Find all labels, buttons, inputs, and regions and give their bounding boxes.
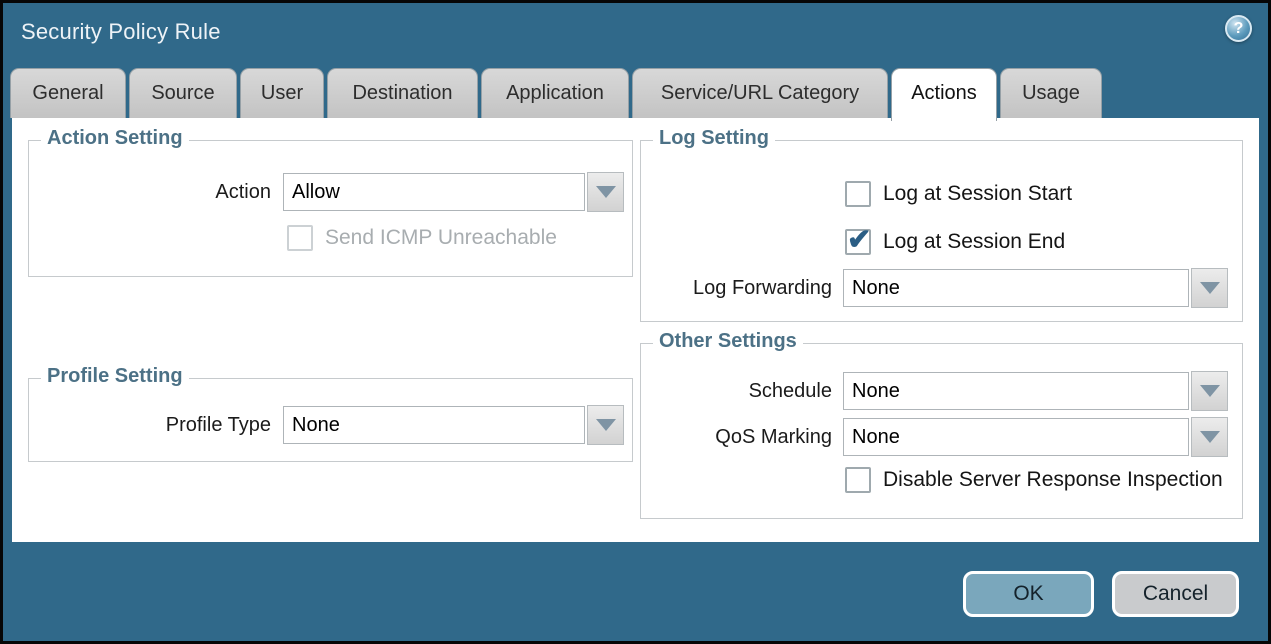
tab-usage[interactable]: Usage	[1000, 68, 1102, 118]
disable-server-response-inspection-checkbox[interactable]	[845, 467, 871, 493]
disable-server-response-inspection-label: Disable Server Response Inspection	[883, 468, 1223, 492]
cancel-button[interactable]: Cancel	[1112, 571, 1239, 617]
chevron-down-icon	[1200, 282, 1220, 294]
check-icon: ✔	[847, 222, 871, 257]
tab-source[interactable]: Source	[129, 68, 237, 118]
tab-user[interactable]: User	[240, 68, 324, 118]
profile-type-dropdown-button[interactable]	[587, 405, 624, 445]
log-forwarding-dropdown-button[interactable]	[1191, 268, 1228, 308]
log-at-session-end-checkbox[interactable]: ✔	[845, 229, 871, 255]
group-other-settings-legend: Other Settings	[653, 330, 803, 353]
log-at-session-end-label: Log at Session End	[883, 230, 1065, 254]
chevron-down-icon	[1200, 431, 1220, 443]
chevron-down-icon	[1200, 385, 1220, 397]
qos-marking-label: QoS Marking	[640, 426, 832, 449]
profile-type-label: Profile Type	[12, 414, 271, 437]
send-icmp-unreachable-checkbox	[287, 225, 313, 251]
schedule-label: Schedule	[640, 380, 832, 403]
action-dropdown-button[interactable]	[587, 172, 624, 212]
group-profile-setting-legend: Profile Setting	[41, 365, 189, 388]
send-icmp-unreachable-label: Send ICMP Unreachable	[325, 226, 557, 250]
log-forwarding-combobox[interactable]	[843, 269, 1189, 307]
log-at-session-start-label: Log at Session Start	[883, 182, 1072, 206]
schedule-dropdown-button[interactable]	[1191, 371, 1228, 411]
log-forwarding-label: Log Forwarding	[640, 277, 832, 300]
tab-actions[interactable]: Actions	[891, 68, 997, 121]
group-log-setting-legend: Log Setting	[653, 127, 775, 150]
qos-marking-combobox[interactable]	[843, 418, 1189, 456]
log-at-session-start-checkbox[interactable]	[845, 181, 871, 207]
help-icon[interactable]: ?	[1225, 15, 1252, 42]
chevron-down-icon	[596, 186, 616, 198]
ok-button[interactable]: OK	[963, 571, 1094, 617]
qos-marking-dropdown-button[interactable]	[1191, 417, 1228, 457]
tab-general[interactable]: General	[10, 68, 126, 118]
tab-application[interactable]: Application	[481, 68, 629, 118]
dialog-title: Security Policy Rule	[21, 19, 221, 45]
tab-destination[interactable]: Destination	[327, 68, 478, 118]
tab-service-url-category[interactable]: Service/URL Category	[632, 68, 888, 118]
tab-bar: General Source User Destination Applicat…	[10, 68, 1102, 121]
group-action-setting-legend: Action Setting	[41, 127, 189, 150]
action-label: Action	[12, 181, 271, 204]
action-combobox[interactable]	[283, 173, 585, 211]
profile-type-combobox[interactable]	[283, 406, 585, 444]
schedule-combobox[interactable]	[843, 372, 1189, 410]
chevron-down-icon	[596, 419, 616, 431]
content-panel: Action Setting Action Send ICMP Unreacha…	[12, 118, 1259, 542]
security-policy-rule-dialog: Security Policy Rule ? General Source Us…	[0, 0, 1271, 644]
